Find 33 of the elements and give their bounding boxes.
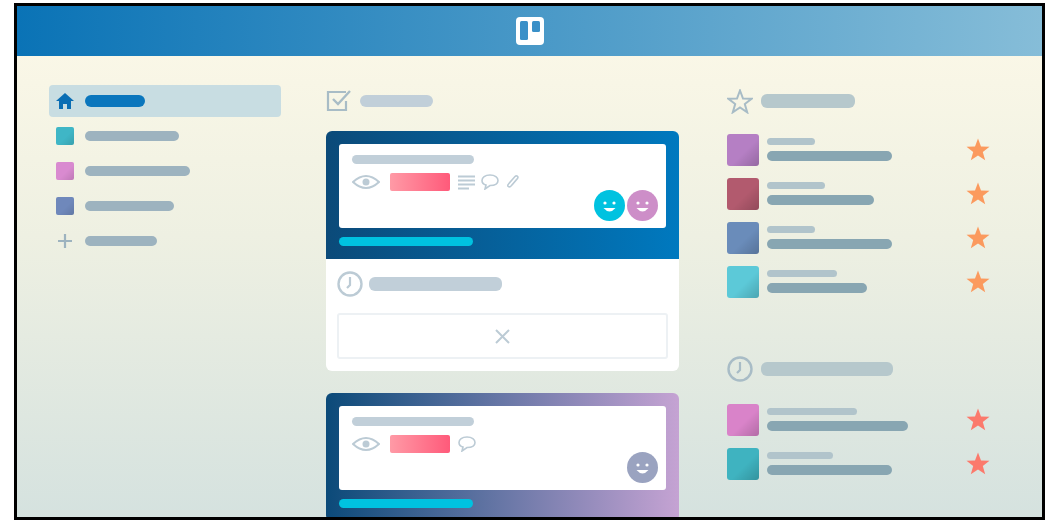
star-icon[interactable] <box>965 181 991 206</box>
label-tag <box>390 173 450 191</box>
eye-icon <box>352 174 380 190</box>
star-icon[interactable] <box>965 269 991 294</box>
close-icon <box>495 328 510 344</box>
speech-bubble-icon <box>458 436 476 452</box>
text-placeholder <box>85 236 157 246</box>
text-placeholder <box>767 452 833 459</box>
text-placeholder <box>85 95 145 107</box>
text-placeholder <box>767 138 815 145</box>
label-tag <box>390 435 450 453</box>
star-outline-icon <box>727 88 753 114</box>
checkbox-icon <box>326 89 352 113</box>
board-logo-icon[interactable] <box>515 17 544 45</box>
text-placeholder <box>767 182 825 189</box>
eye-icon <box>352 436 380 452</box>
task-card[interactable] <box>339 406 666 490</box>
star-icon[interactable] <box>965 137 991 162</box>
plus-icon <box>55 233 75 249</box>
star-icon[interactable] <box>965 407 991 432</box>
task-card[interactable] <box>339 144 666 228</box>
paperclip-icon <box>505 173 521 191</box>
home-icon <box>55 92 75 110</box>
text-placeholder <box>767 226 815 233</box>
close-button[interactable] <box>337 313 668 359</box>
star-icon[interactable] <box>965 451 991 476</box>
clock-icon <box>727 356 753 382</box>
text-placeholder <box>767 270 837 277</box>
clock-icon <box>337 271 363 297</box>
lines-icon <box>458 174 475 190</box>
sidebar-item[interactable] <box>49 85 281 117</box>
speech-bubble-icon <box>481 174 499 190</box>
star-icon[interactable] <box>965 225 991 250</box>
